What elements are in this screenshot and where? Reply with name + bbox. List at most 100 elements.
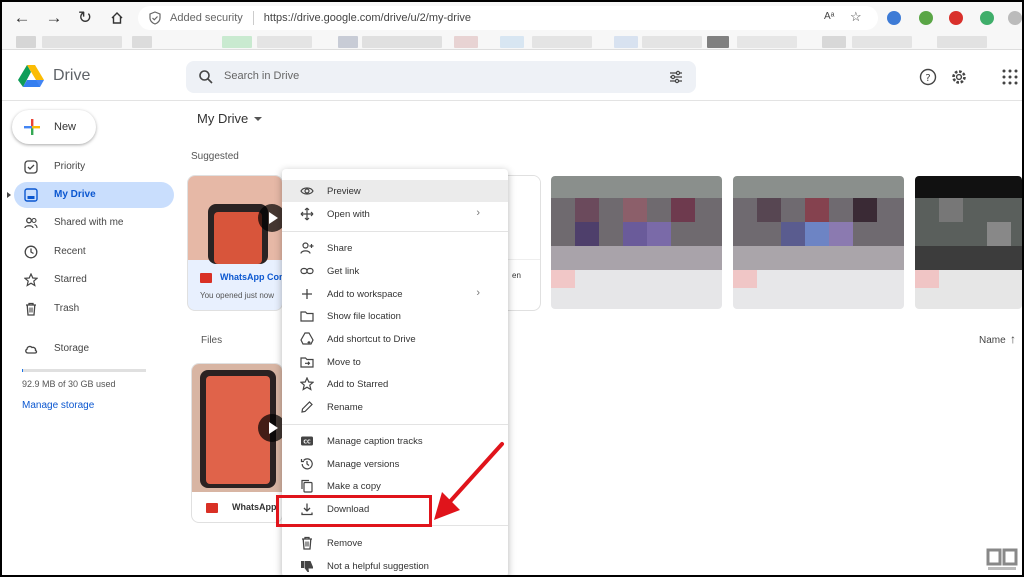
url-text: https://drive.google.com/drive/u/2/my-dr… [263, 12, 472, 24]
menu-divider [282, 424, 508, 425]
card-title: en [512, 271, 521, 280]
menu-item-label: Manage versions [327, 459, 400, 470]
menu-item-label: Show file location [327, 311, 401, 322]
video-thumbnail [192, 364, 282, 492]
play-icon [258, 414, 282, 442]
copy-icon [301, 479, 313, 493]
menu-item-open-with[interactable]: Open with › [282, 203, 508, 225]
apps-grid-icon[interactable] [1001, 68, 1019, 86]
history-icon [300, 458, 313, 470]
menu-item-label: Share [327, 243, 353, 254]
sidebar-item-shared-with-me[interactable]: Shared with me [14, 210, 174, 236]
pencil-icon [301, 401, 313, 413]
search-options-icon[interactable] [668, 69, 684, 85]
menu-item-rename[interactable]: Rename [282, 396, 508, 418]
plus-icon [24, 119, 40, 135]
menu-item-label: Rename [327, 402, 363, 413]
menu-item-label: Add shortcut to Drive [327, 334, 416, 345]
watermark-logo-icon [986, 548, 1018, 570]
search-icon[interactable] [198, 69, 214, 85]
star-icon [300, 377, 314, 391]
person-add-icon [300, 242, 314, 254]
settings-extension-icon[interactable] [1008, 11, 1022, 25]
trash-icon [26, 302, 36, 316]
menu-item-label: Add to workspace [327, 289, 403, 300]
help-icon[interactable]: ? [919, 68, 937, 86]
play-icon [258, 204, 282, 232]
video-thumbnail [188, 176, 282, 264]
sidebar-item-trash[interactable]: Trash [14, 296, 174, 322]
adblock-extension-icon[interactable] [949, 11, 963, 25]
menu-item-share[interactable]: Share [282, 237, 508, 259]
menu-item-label: Manage caption tracks [327, 436, 423, 447]
star-icon [24, 273, 38, 287]
forward-arrow-icon[interactable]: → [44, 8, 64, 28]
suggested-card-pixelated-2[interactable] [733, 176, 904, 309]
move-to-icon [300, 357, 314, 368]
priority-check-icon [24, 160, 38, 174]
drive-brand[interactable]: Drive [53, 67, 90, 85]
trash-icon [302, 536, 312, 550]
menu-item-move-to[interactable]: Move to [282, 351, 508, 373]
reload-icon[interactable]: ↻ [75, 8, 95, 28]
sidebar-item-label: Trash [54, 303, 80, 314]
read-aloud-icon[interactable]: Aᵃ [824, 11, 834, 22]
browser-toolbar: ← → ↻ Added security https://drive.googl… [2, 2, 1022, 34]
home-icon[interactable] [107, 8, 127, 28]
search-input[interactable]: Search in Drive [186, 61, 696, 93]
storage-progress-bar [22, 369, 146, 372]
extension-icon-4[interactable] [980, 11, 994, 25]
menu-item-add-to-workspace[interactable]: Add to workspace › [282, 283, 508, 305]
plus-icon [302, 289, 312, 299]
suggested-card-pixelated-3[interactable] [915, 176, 1022, 309]
page-title[interactable]: My Drive [197, 111, 248, 126]
sort-direction-icon[interactable]: ↑ [1010, 332, 1016, 346]
sort-by-name[interactable]: Name [979, 335, 1006, 346]
submenu-chevron-icon: › [476, 287, 480, 299]
sidebar-item-starred[interactable]: Starred [14, 267, 174, 293]
menu-item-label: Remove [327, 538, 363, 549]
title-dropdown-icon[interactable] [254, 117, 262, 121]
menu-item-label: Add to Starred [327, 379, 389, 390]
suggested-card-pixelated-1[interactable] [551, 176, 722, 309]
sidebar-item-label: Starred [54, 274, 87, 285]
menu-item-preview[interactable]: Preview [282, 180, 508, 202]
card-subtitle: You opened just now [200, 291, 274, 300]
security-label: Added security [170, 12, 243, 24]
expand-caret-icon[interactable] [7, 192, 11, 198]
files-heading: Files [201, 335, 223, 346]
drive-header: Drive Search in Drive ? [2, 51, 1022, 101]
sidebar-item-priority[interactable]: Priority [14, 154, 174, 180]
sidebar-item-label: Recent [54, 246, 86, 257]
address-bar[interactable]: Added security https://drive.google.com/… [138, 6, 878, 30]
new-button[interactable]: New [12, 110, 96, 144]
clock-icon [24, 245, 38, 259]
menu-item-label: Open with [327, 209, 370, 220]
cc-icon: CC [301, 436, 313, 446]
menu-item-not-helpful[interactable]: Not a helpful suggestion [282, 555, 508, 575]
menu-item-get-link[interactable]: Get link [282, 260, 508, 282]
back-arrow-icon[interactable]: ← [12, 8, 32, 28]
extension-icon-1[interactable] [887, 11, 901, 25]
drive-logo-icon[interactable] [18, 65, 44, 87]
file-card-whatsapp[interactable]: WhatsApp [191, 363, 283, 523]
menu-item-add-shortcut[interactable]: Add shortcut to Drive [282, 328, 508, 350]
favorite-star-icon[interactable]: ☆ [850, 9, 862, 25]
extension-icon-2[interactable] [919, 11, 933, 25]
video-file-icon [200, 273, 212, 283]
address-divider [252, 11, 254, 25]
sidebar-item-my-drive[interactable]: My Drive [14, 182, 174, 208]
menu-item-remove[interactable]: Remove [282, 532, 508, 554]
manage-storage-link[interactable]: Manage storage [22, 400, 94, 411]
new-button-label: New [54, 121, 77, 133]
video-file-icon [206, 503, 218, 513]
suggested-card-whatsapp[interactable]: WhatsApp Com You opened just now [187, 175, 283, 311]
menu-item-add-to-starred[interactable]: Add to Starred [282, 373, 508, 395]
sidebar-item-storage[interactable]: Storage [14, 336, 174, 362]
submenu-chevron-icon: › [476, 207, 480, 219]
eye-icon [300, 187, 314, 195]
menu-item-show-file-location[interactable]: Show file location [282, 305, 508, 327]
sidebar-item-recent[interactable]: Recent [14, 239, 174, 265]
svg-text:CC: CC [303, 439, 311, 445]
settings-gear-icon[interactable] [950, 68, 968, 86]
